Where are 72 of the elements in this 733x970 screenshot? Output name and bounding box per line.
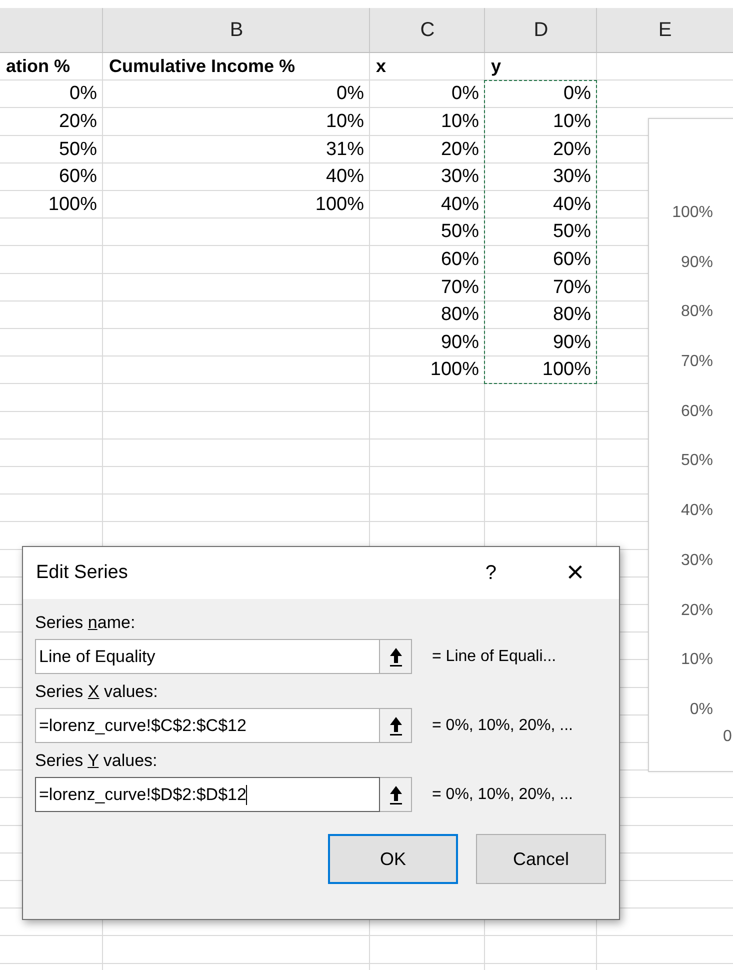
table-cell: 10% bbox=[326, 110, 364, 133]
axis-label: 30% bbox=[680, 550, 713, 571]
axis-label: 40% bbox=[680, 501, 713, 522]
table-cell: 90% bbox=[440, 332, 479, 354]
table-cell: 100% bbox=[430, 359, 479, 382]
collapse-button[interactable] bbox=[380, 708, 412, 743]
table-cell: 40% bbox=[326, 166, 364, 188]
axis-label: 0 bbox=[723, 728, 732, 746]
help-button[interactable]: ? bbox=[485, 562, 496, 584]
column-header[interactable]: E bbox=[658, 18, 672, 42]
table-cell: 100% bbox=[542, 359, 591, 382]
input-field[interactable]: =lorenz_curve!$C$2:$C$12 bbox=[35, 708, 380, 743]
column-header[interactable]: B bbox=[230, 18, 244, 42]
table-cell: 0% bbox=[336, 83, 364, 106]
table-cell: 90% bbox=[552, 332, 591, 354]
table-cell: 31% bbox=[326, 138, 364, 161]
field-label: Series name: bbox=[35, 612, 136, 633]
column-header[interactable]: D bbox=[534, 18, 548, 42]
preview-text: = 0%, 10%, 20%, ... bbox=[432, 716, 573, 734]
column-header[interactable]: C bbox=[420, 18, 435, 42]
close-button[interactable]: × bbox=[566, 556, 584, 590]
dialog-title: Edit Series bbox=[36, 562, 129, 584]
column-heading: x bbox=[376, 56, 386, 78]
table-cell: 30% bbox=[552, 166, 591, 188]
table-cell: 80% bbox=[440, 304, 479, 326]
table-cell: 50% bbox=[58, 138, 97, 161]
field-label: Series Y values: bbox=[35, 750, 158, 771]
collapse-button[interactable] bbox=[380, 639, 412, 674]
table-cell: 40% bbox=[440, 194, 479, 216]
table-cell: 10% bbox=[440, 110, 479, 133]
table-cell: 70% bbox=[552, 276, 591, 299]
table-cell: 40% bbox=[552, 194, 591, 216]
axis-label: 90% bbox=[680, 252, 713, 273]
up-arrow-icon bbox=[388, 784, 402, 804]
table-cell: 0% bbox=[452, 83, 479, 106]
input-field[interactable]: =lorenz_curve!$D$2:$D$12 bbox=[35, 777, 380, 812]
table-cell: 0% bbox=[70, 83, 97, 106]
table-cell: 0% bbox=[564, 83, 591, 106]
table-cell: 100% bbox=[315, 194, 364, 216]
preview-text: = 0%, 10%, 20%, ... bbox=[432, 786, 573, 804]
field-label: Series X values: bbox=[35, 681, 159, 702]
table-cell: 60% bbox=[58, 166, 97, 188]
table-cell: 60% bbox=[440, 248, 479, 271]
collapse-button[interactable] bbox=[380, 777, 412, 812]
axis-label: 70% bbox=[680, 352, 713, 372]
up-arrow-icon bbox=[388, 716, 402, 736]
table-cell: 30% bbox=[440, 166, 479, 188]
table-cell: 80% bbox=[552, 304, 591, 326]
axis-label: 0% bbox=[690, 700, 713, 720]
table-cell: 50% bbox=[440, 221, 479, 244]
column-heading: ation % bbox=[6, 56, 70, 78]
dialog-button[interactable]: OK bbox=[328, 834, 458, 884]
dialog-button[interactable]: Cancel bbox=[476, 834, 606, 884]
table-cell: 60% bbox=[552, 248, 591, 271]
axis-label: 10% bbox=[680, 650, 713, 670]
axis-label: 60% bbox=[680, 402, 713, 422]
axis-label: 50% bbox=[680, 451, 713, 472]
table-cell: 70% bbox=[440, 276, 479, 299]
table-cell: 100% bbox=[48, 194, 97, 216]
column-heading: Cumulative Income % bbox=[109, 56, 296, 78]
axis-label: 100% bbox=[672, 203, 713, 223]
axis-label: 20% bbox=[680, 600, 713, 620]
table-cell: 10% bbox=[552, 110, 591, 133]
axis-label: 80% bbox=[680, 302, 713, 322]
up-arrow-icon bbox=[388, 646, 402, 666]
column-heading: y bbox=[491, 56, 502, 78]
input-field[interactable]: Line of Equality bbox=[35, 639, 380, 674]
table-cell: 20% bbox=[440, 138, 479, 161]
table-cell: 20% bbox=[552, 138, 591, 161]
preview-text: = Line of Equali... bbox=[432, 648, 556, 666]
table-cell: 50% bbox=[552, 221, 591, 244]
table-cell: 20% bbox=[58, 110, 97, 133]
